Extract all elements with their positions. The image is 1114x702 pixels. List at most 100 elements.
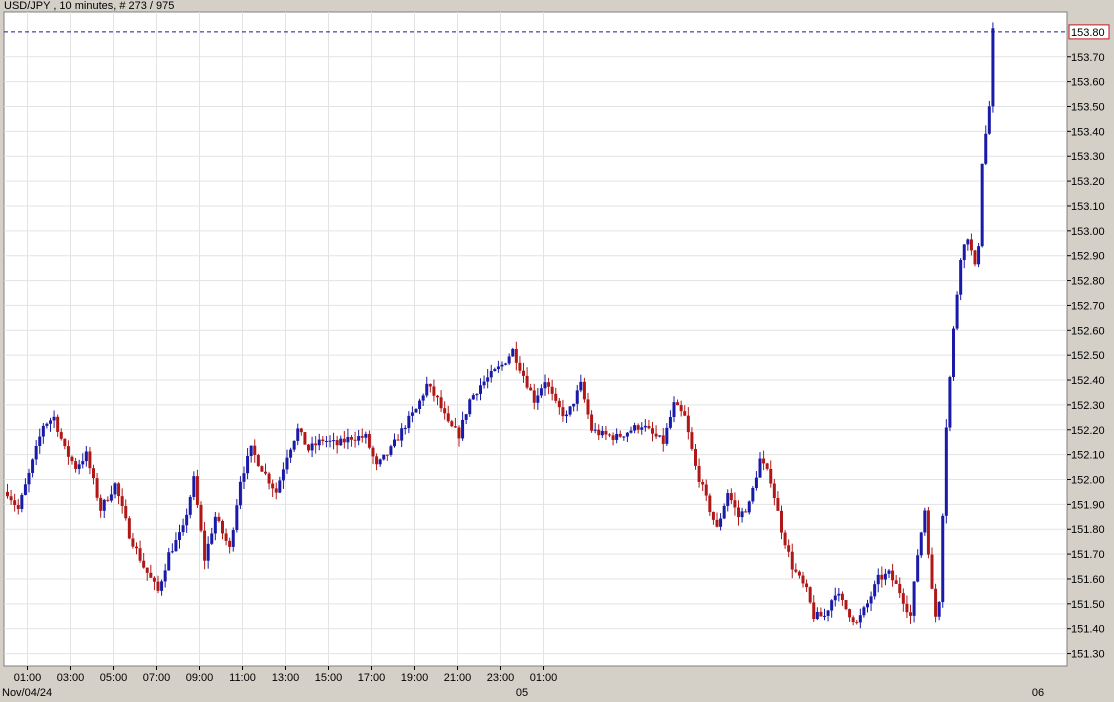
candle-body (561, 407, 565, 417)
candle-body (547, 382, 551, 387)
current-price-tag: 153.80 (1068, 24, 1110, 40)
candle-body (23, 484, 27, 495)
candle-body (557, 400, 561, 408)
x-tick-label: 09:00 (186, 672, 214, 684)
candle-body (436, 395, 439, 398)
y-tick-label: 152.50 (1071, 350, 1105, 362)
candle-body (206, 543, 210, 561)
candle-body (70, 456, 74, 462)
candle-body (608, 434, 611, 436)
candle-body (507, 356, 511, 364)
candle-body (719, 518, 723, 527)
candle-body (246, 455, 250, 474)
candle-body (532, 390, 536, 403)
candle-body (77, 464, 81, 469)
plot-area (3, 11, 1068, 667)
candle-body (131, 538, 135, 547)
candle-body (790, 551, 794, 570)
candle-body (188, 496, 192, 515)
candle-body (977, 246, 981, 265)
candle-body (99, 497, 103, 511)
candle-body (6, 491, 9, 497)
candle-body (883, 573, 887, 580)
candle-body (38, 436, 42, 446)
candle-body (124, 505, 128, 519)
candle-body (912, 581, 916, 616)
candle-body (307, 444, 310, 451)
candle-body (715, 519, 719, 527)
candle-body (676, 402, 680, 406)
candle-body (772, 483, 776, 499)
y-tick-label: 152.10 (1071, 450, 1105, 462)
candle-body (858, 615, 862, 623)
candle-body (149, 572, 153, 578)
candle-body (471, 395, 475, 400)
candle-body (393, 439, 396, 447)
candle-body (668, 417, 672, 428)
candle-body (683, 411, 687, 416)
candle-body (142, 560, 146, 568)
candle-body (367, 433, 371, 448)
candle-body (49, 420, 52, 424)
y-tick-label: 151.90 (1071, 499, 1105, 511)
candle-body (34, 445, 38, 460)
candle-body (930, 554, 934, 589)
candle-body (751, 487, 755, 502)
candle-body (163, 570, 167, 582)
candle-body (221, 521, 224, 534)
candle-body (303, 432, 307, 445)
y-tick-label: 153.10 (1071, 201, 1105, 213)
x-date-label: 06 (1032, 687, 1044, 699)
candle-body (199, 504, 203, 531)
candle-body (937, 602, 941, 617)
candle-body (371, 447, 375, 457)
candle-body (504, 363, 508, 365)
candle-body (944, 427, 948, 516)
candle-body (9, 496, 13, 501)
candle-body (120, 496, 124, 506)
candle-body (909, 612, 912, 616)
candle-body (511, 348, 515, 357)
candle-body (292, 440, 296, 450)
candle-body (665, 427, 669, 444)
candle-body (145, 567, 149, 573)
candle-body (117, 483, 121, 497)
candle-body (428, 383, 432, 387)
candle-body (106, 499, 110, 501)
candle-body (432, 386, 436, 396)
candle-body (754, 477, 758, 488)
candle-body (109, 494, 113, 501)
candle-body (844, 600, 848, 610)
y-tick-label: 151.50 (1071, 599, 1105, 611)
candle-body (901, 593, 905, 604)
candle-body (439, 397, 443, 409)
y-tick-label: 152.60 (1071, 325, 1105, 337)
candle-body (737, 507, 740, 518)
candle-body (81, 461, 85, 465)
candle-body (733, 500, 737, 508)
candle-body (919, 532, 923, 556)
candle-body (952, 328, 955, 378)
candle-body (203, 530, 207, 561)
candle-body (264, 471, 267, 474)
candle-body (113, 483, 117, 495)
candle-body (636, 425, 640, 430)
y-tick-label: 153.40 (1071, 126, 1105, 138)
candle-body (536, 395, 540, 403)
candle-body (260, 466, 264, 472)
candle-body (851, 617, 855, 623)
candle-body (955, 294, 959, 329)
x-tick-label: 01:00 (14, 672, 42, 684)
candle-body (833, 595, 837, 601)
x-tick-label: 19:00 (401, 672, 429, 684)
candle-body (407, 415, 411, 429)
y-tick-label: 152.30 (1071, 400, 1105, 412)
price-chart: 153.70 153.60 153.50 153.40 153.30 153.20 153.… (2, 0, 1110, 699)
candle-body (572, 403, 576, 407)
candle-body (27, 472, 31, 485)
candle-body (95, 478, 99, 498)
candle-body (56, 416, 60, 432)
candle-body (385, 454, 389, 456)
candle-body (565, 414, 568, 417)
candle-body (52, 416, 56, 421)
